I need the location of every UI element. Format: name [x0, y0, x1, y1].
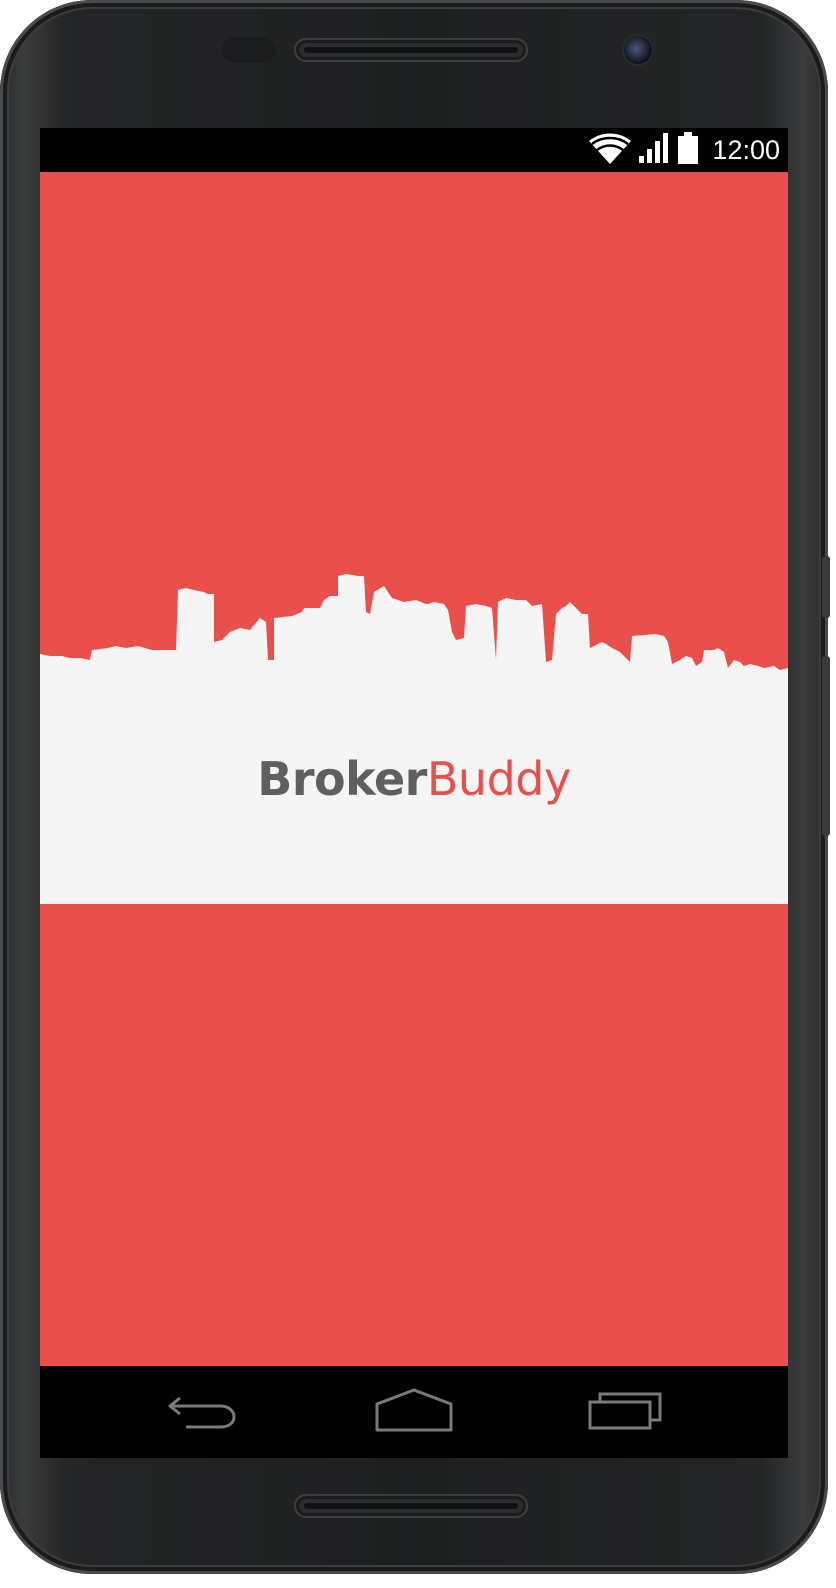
earpiece-speaker — [294, 38, 528, 62]
logo-broker-text: Broker — [257, 752, 427, 806]
splash-screen: BrokerBuddy — [40, 172, 788, 1366]
logo-buddy-text: Buddy — [426, 752, 571, 806]
bottom-speaker — [294, 1494, 528, 1518]
home-icon — [374, 1388, 454, 1437]
power-button — [822, 556, 830, 618]
recents-icon — [588, 1390, 664, 1435]
home-button[interactable] — [364, 1382, 464, 1442]
back-icon — [166, 1390, 238, 1435]
recents-button[interactable] — [576, 1382, 676, 1442]
navigation-bar — [40, 1366, 788, 1458]
wifi-icon — [588, 131, 632, 170]
cell-signal-icon — [638, 132, 670, 169]
battery-icon — [676, 131, 700, 169]
front-camera — [624, 36, 652, 64]
app-logo: BrokerBuddy — [40, 752, 788, 806]
volume-button — [822, 656, 830, 836]
logo-band — [40, 710, 788, 904]
proximity-sensor — [222, 37, 276, 63]
screen: 12:00 BrokerBuddy — [40, 128, 788, 1458]
city-skyline-illustration — [40, 574, 788, 712]
status-time: 12:00 — [712, 134, 780, 165]
phone-frame: 12:00 BrokerBuddy — [0, 0, 830, 1574]
back-button[interactable] — [152, 1382, 252, 1442]
status-bar: 12:00 — [40, 128, 788, 172]
